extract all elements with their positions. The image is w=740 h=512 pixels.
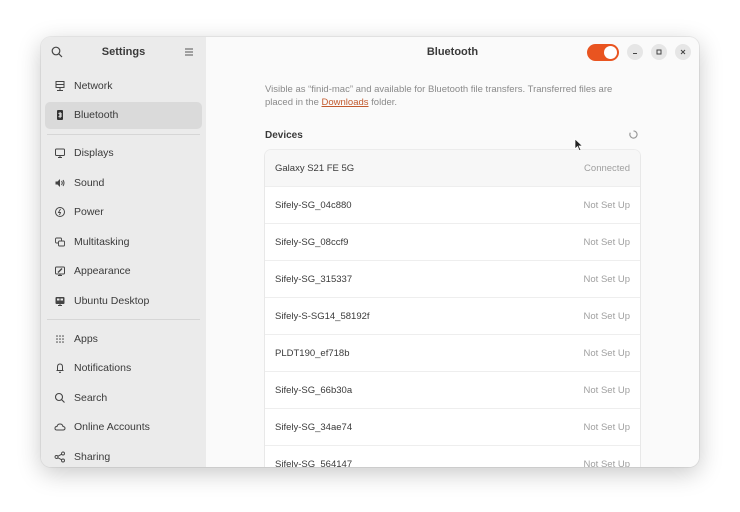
sidebar-title: Settings (101, 46, 146, 58)
sidebar-item-sharing[interactable]: Sharing (45, 443, 202, 467)
device-row[interactable]: Galaxy S21 FE 5G Connected (265, 150, 640, 187)
sidebar-item-label: Bluetooth (74, 109, 119, 121)
sidebar-item-label: Sharing (74, 450, 111, 463)
device-status: Not Set Up (583, 421, 630, 433)
device-row[interactable]: Sifely-S-SG14_58192f Not Set Up (265, 298, 640, 335)
bell-icon (54, 362, 66, 374)
sidebar-item-online-accounts[interactable]: Online Accounts (45, 414, 202, 441)
device-name: Sifely-SG_04c880 (275, 199, 352, 211)
maximize-icon (656, 49, 662, 55)
settings-window: Settings Network Bluetooth Displays Sound Po… (41, 37, 699, 467)
search-icon (54, 392, 66, 404)
device-status: Not Set Up (583, 347, 630, 359)
sidebar-item-power[interactable]: Power (45, 199, 202, 226)
sidebar-item-sound[interactable]: Sound (45, 169, 202, 196)
device-row[interactable]: Sifely-SG_08ccf9 Not Set Up (265, 224, 640, 261)
speaker-icon (54, 177, 66, 189)
sidebar-item-label: Online Accounts (74, 421, 150, 433)
device-name: Galaxy S21 FE 5G (275, 162, 355, 174)
sidebar-item-label: Ubuntu Desktop (74, 294, 150, 307)
sidebar-item-search[interactable]: Search (45, 384, 202, 411)
network-icon (54, 80, 66, 92)
sidebar-item-displays[interactable]: Displays (45, 140, 202, 167)
power-icon (54, 206, 66, 218)
device-name: PLDT190_ef718b (275, 347, 350, 359)
device-name: Sifely-SG_564147 (275, 458, 353, 468)
apps-grid-icon (54, 333, 66, 345)
sidebar: Settings Network Bluetooth Displays Sound Po… (41, 37, 207, 467)
bluetooth-description: Visible as “finid-mac” and available for… (265, 84, 635, 109)
hamburger-menu-icon[interactable] (184, 46, 194, 58)
sidebar-item-label: Sound (74, 176, 105, 189)
sidebar-item-appearance[interactable]: Appearance (45, 258, 202, 285)
multitasking-icon (54, 236, 66, 248)
device-status: Not Set Up (583, 236, 630, 248)
device-status: Not Set Up (583, 273, 630, 285)
description-text: Visible as “finid-mac” and available for… (265, 84, 613, 108)
sidebar-item-label: Displays (74, 147, 114, 159)
ubuntu-desktop-icon (54, 295, 66, 307)
device-name: Sifely-S-SG14_58192f (275, 310, 370, 322)
sidebar-item-bluetooth[interactable]: Bluetooth (45, 101, 202, 129)
device-row[interactable]: Sifely-SG_315337 Not Set Up (265, 261, 640, 298)
sidebar-separator (47, 133, 200, 135)
device-row[interactable]: Sifely-SG_564147 Not Set Up (265, 446, 640, 468)
sidebar-item-ubuntu-desktop[interactable]: Ubuntu Desktop (45, 287, 202, 314)
device-row[interactable]: Sifely-SG_34ae74 Not Set Up (265, 409, 640, 446)
sidebar-separator (47, 319, 200, 320)
device-name: Sifely-SG_34ae74 (275, 421, 353, 433)
device-row[interactable]: Sifely-SG_04c880 Not Set Up (265, 187, 640, 224)
sidebar-item-notifications[interactable]: Notifications (45, 355, 202, 382)
sidebar-item-apps[interactable]: Apps (45, 325, 202, 352)
downloads-link[interactable]: Downloads (322, 97, 369, 108)
device-row[interactable]: PLDT190_ef718b Not Set Up (265, 335, 640, 372)
page-title: Bluetooth (426, 46, 479, 58)
sidebar-item-label: Search (74, 391, 108, 404)
sidebar-item-label: Apps (74, 332, 98, 345)
appearance-icon (54, 265, 66, 277)
toggle-knob (604, 46, 617, 59)
sidebar-item-network[interactable]: Network (45, 72, 202, 99)
device-name: Sifely-SG_315337 (275, 273, 353, 285)
sidebar-item-label: Appearance (74, 265, 131, 277)
maximize-button[interactable] (651, 44, 667, 60)
sidebar-list: Network Bluetooth Displays Sound Power Multit… (45, 72, 202, 467)
share-icon (54, 451, 66, 463)
device-status: Not Set Up (583, 384, 630, 396)
main-panel: Bluetooth Visible as “finid-mac” and ava… (206, 37, 699, 467)
device-status: Connected (584, 162, 630, 174)
device-name: Sifely-SG_08ccf9 (275, 236, 349, 248)
device-row[interactable]: Sifely-SG_66b30a Not Set Up (265, 372, 640, 409)
device-status: Not Set Up (583, 199, 630, 211)
minimize-button[interactable] (627, 44, 643, 60)
display-icon (54, 147, 66, 159)
device-status: Not Set Up (583, 458, 630, 468)
cloud-icon (54, 421, 66, 433)
loading-spinner-icon (629, 130, 638, 139)
close-button[interactable] (675, 44, 691, 60)
description-text-end: folder. (368, 96, 398, 108)
bluetooth-icon (54, 109, 66, 121)
devices-list: Galaxy S21 FE 5G Connected Sifely-SG_04c88… (265, 150, 640, 467)
sidebar-item-label: Notifications (74, 362, 132, 374)
close-icon (680, 49, 686, 55)
device-name: Sifely-SG_66b30a (275, 384, 353, 396)
sidebar-item-label: Multitasking (74, 235, 130, 248)
sidebar-item-multitasking[interactable]: Multitasking (45, 228, 202, 255)
sidebar-header: Settings (41, 37, 206, 67)
bluetooth-toggle[interactable] (587, 44, 619, 61)
sidebar-item-label: Network (74, 79, 113, 92)
minimize-icon (633, 53, 637, 54)
devices-heading: Devices (265, 130, 303, 141)
sidebar-item-label: Power (74, 206, 104, 218)
device-status: Not Set Up (583, 310, 630, 322)
